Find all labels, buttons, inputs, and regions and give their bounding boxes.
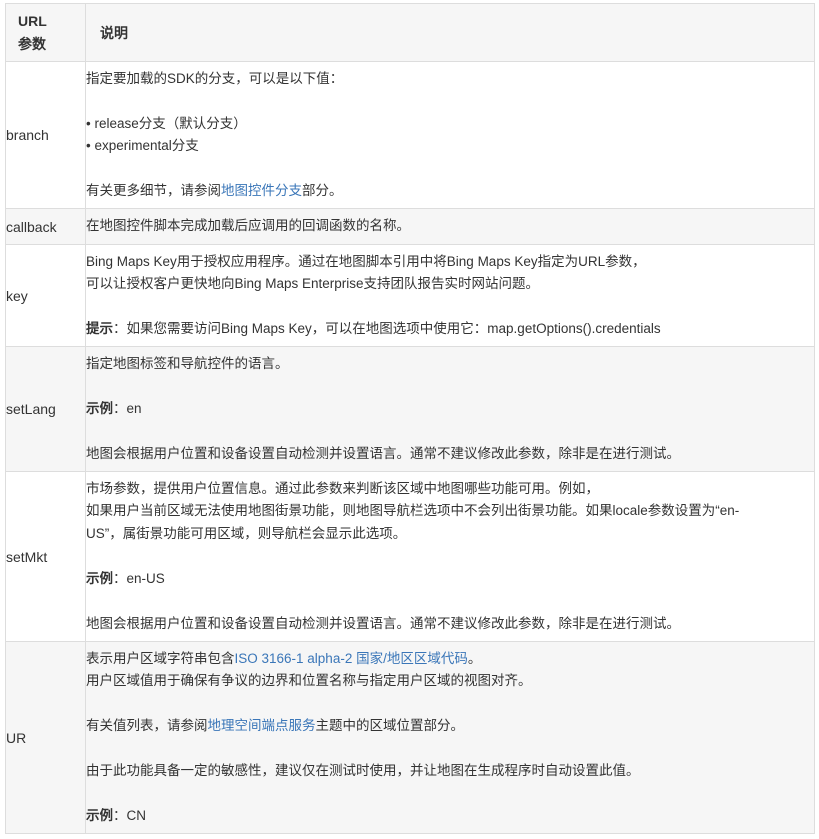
iso-region-code-link[interactable]: ISO 3166-1 alpha-2 国家/地区区域代码	[235, 651, 468, 666]
param-description: 指定地图标签和导航控件的语言。 示例：en 地图会根据用户位置和设备设置自动检测…	[85, 346, 815, 472]
param-description: 表示用户区域字符串包含ISO 3166-1 alpha-2 国家/地区区域代码。…	[85, 641, 815, 834]
example-line: 示例：en-US	[86, 568, 814, 591]
example-label: 示例	[86, 808, 113, 823]
header-param: URL 参数	[5, 3, 86, 62]
param-name: key	[5, 244, 86, 347]
param-description: 市场参数，提供用户位置信息。通过此参数来判断该区域中地图哪些功能可用。例如， 如…	[85, 471, 815, 642]
table-row: setLang 指定地图标签和导航控件的语言。 示例：en 地图会根据用户位置和…	[5, 346, 815, 472]
param-name: branch	[5, 61, 86, 209]
header-param-line1: URL	[18, 12, 47, 29]
param-description: 在地图控件脚本完成加载后应调用的回调函数的名称。	[85, 208, 815, 245]
desc-line: 可以让授权客户更快地向Bing Maps Enterprise支持团队报告实时网…	[86, 276, 540, 291]
desc-text: 表示用户区域字符串包含	[86, 650, 235, 666]
url-parameters-table: URL 参数 说明 branch 指定要加载的SDK的分支，可以是以下值： • …	[5, 3, 815, 834]
example-label: 示例	[86, 570, 113, 586]
example-text: ：en-US	[113, 570, 165, 586]
table-row: UR 表示用户区域字符串包含ISO 3166-1 alpha-2 国家/地区区域…	[5, 641, 815, 834]
desc-line: 市场参数，提供用户位置信息。通过此参数来判断该区域中地图哪些功能可用。例如，	[86, 480, 599, 496]
param-name: setLang	[5, 346, 86, 472]
desc-text: 主题中的区域位置部分。	[315, 718, 465, 733]
geospatial-endpoint-service-link[interactable]: 地理空间端点服务	[208, 718, 316, 733]
example-label: 示例	[86, 400, 113, 416]
bullet-item: • release分支（默认分支）	[86, 115, 247, 131]
desc-line: Bing Maps Key用于授权应用程序。通过在地图脚本引用中将Bing Ma…	[86, 253, 646, 269]
param-name: callback	[5, 208, 86, 245]
table-row: branch 指定要加载的SDK的分支，可以是以下值： • release分支（…	[5, 61, 815, 209]
param-name: UR	[5, 641, 86, 834]
header-param-line2: 参数	[18, 35, 46, 52]
param-name: setMkt	[5, 471, 86, 642]
table-row: key Bing Maps Key用于授权应用程序。通过在地图脚本引用中将Bin…	[5, 244, 815, 347]
desc-text: 。	[467, 650, 482, 666]
desc-line: 在地图控件脚本完成加载后应调用的回调函数的名称。	[86, 218, 410, 234]
desc-line: 由于此功能具备一定的敏感性，建议仅在测试时使用，并让地图在生成程序时自动设置此值…	[86, 763, 640, 778]
example-text: ：en	[113, 400, 142, 416]
tip-label: 提示	[86, 321, 113, 336]
desc-line: 用户区域值用于确保有争议的边界和位置名称与指定用户区域的视图对齐。	[86, 673, 532, 688]
desc-line: 指定地图标签和导航控件的语言。	[86, 355, 289, 371]
desc-text: 有关更多细节，请参阅	[86, 183, 221, 198]
header-desc: 说明	[85, 3, 815, 62]
desc-line: 地图会根据用户位置和设备设置自动检测并设置语言。通常不建议修改此参数，除非是在进…	[86, 445, 680, 461]
desc-line: 地图会根据用户位置和设备设置自动检测并设置语言。通常不建议修改此参数，除非是在进…	[86, 615, 680, 631]
tip-line: 提示：如果您需要访问Bing Maps Key，可以在地图选项中使用它：map.…	[86, 318, 814, 341]
desc-line: 有关值列表，请参阅地理空间端点服务主题中的区域位置部分。	[86, 715, 814, 738]
desc-line: US”，属街景功能可用区域，则导航栏会显示此选项。	[86, 525, 407, 541]
param-description: 指定要加载的SDK的分支，可以是以下值： • release分支（默认分支） •…	[85, 61, 815, 209]
example-line: 示例：CN	[86, 805, 814, 828]
desc-line: 表示用户区域字符串包含ISO 3166-1 alpha-2 国家/地区区域代码。	[86, 648, 814, 671]
table-row: callback 在地图控件脚本完成加载后应调用的回调函数的名称。	[5, 208, 815, 245]
desc-text: 有关值列表，请参阅	[86, 718, 208, 733]
table-row: setMkt 市场参数，提供用户位置信息。通过此参数来判断该区域中地图哪些功能可…	[5, 471, 815, 642]
param-description: Bing Maps Key用于授权应用程序。通过在地图脚本引用中将Bing Ma…	[85, 244, 815, 347]
map-control-branch-link[interactable]: 地图控件分支	[221, 183, 302, 198]
desc-line: 有关更多细节，请参阅地图控件分支部分。	[86, 180, 814, 203]
table-header-row: URL 参数 说明	[5, 3, 815, 62]
bullet-item: • experimental分支	[86, 138, 199, 153]
desc-line: 如果用户当前区域无法使用地图街景功能，则地图导航栏选项中不会列出街景功能。如果l…	[86, 503, 740, 519]
desc-text: 部分。	[302, 183, 343, 198]
example-line: 示例：en	[86, 398, 814, 421]
example-text: ：CN	[113, 808, 146, 823]
tip-text: ：如果您需要访问Bing Maps Key，可以在地图选项中使用它：map.ge…	[113, 321, 661, 336]
desc-line: 指定要加载的SDK的分支，可以是以下值：	[86, 70, 344, 86]
